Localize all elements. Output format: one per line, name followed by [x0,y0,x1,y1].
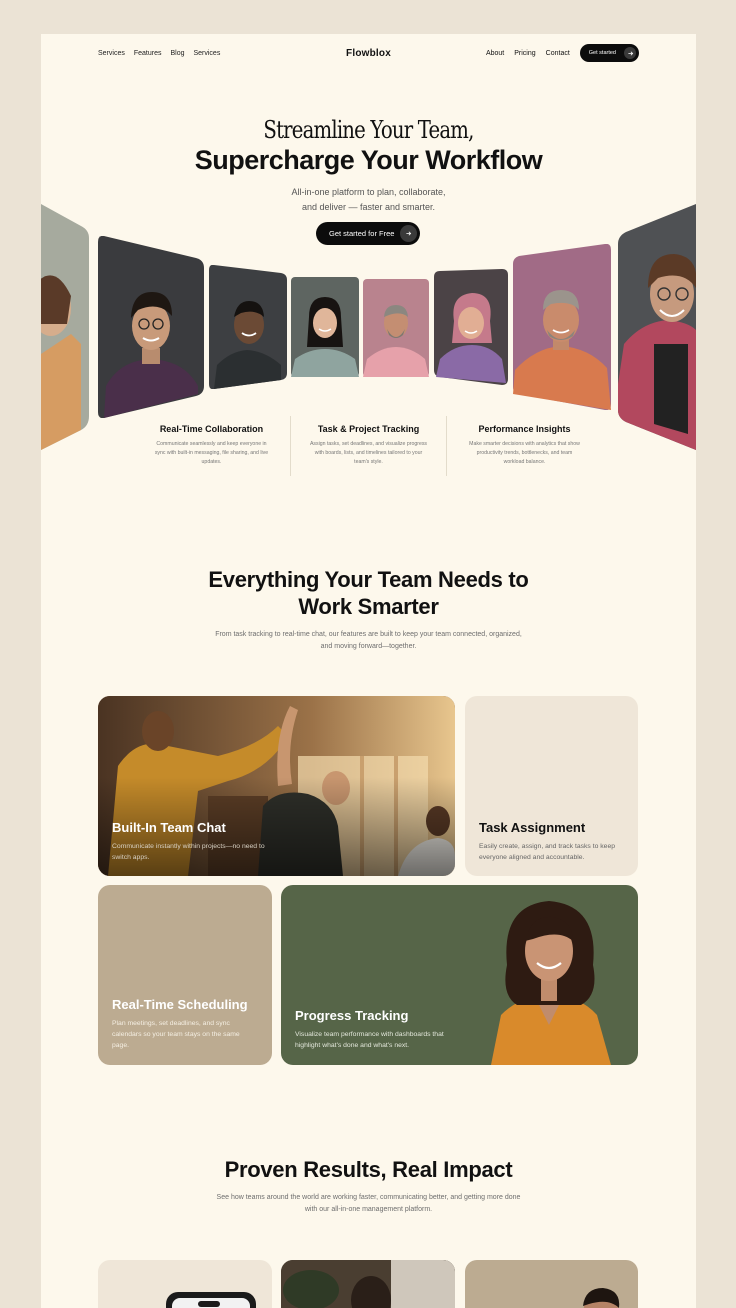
feature-title: Task & Project Tracking [317,424,420,434]
nav-right: About Pricing Contact Get started [486,44,639,62]
hero-cta-label: Get started for Free [329,229,395,238]
feature-desc: Communicate seamlessly and keep everyone… [154,441,269,465]
feature-title: Performance Insights [478,424,571,434]
get-started-label: Get started [588,50,616,56]
nav-link-features[interactable]: Features [134,50,162,57]
nav-link-pricing[interactable]: Pricing [514,50,535,57]
section-subtitle: From task tracking to real-time chat, ou… [215,631,522,650]
feature-desc: Make smarter decisions with analytics th… [469,441,580,465]
tile-real-time-scheduling[interactable]: Real-Time Scheduling Plan meetings, set … [98,885,272,1065]
feature-collaboration: Real-Time Collaboration Communicate seam… [134,424,289,466]
person-photo [583,1288,620,1308]
team-photo [281,1260,455,1308]
tile-title: Task Assignment [479,820,586,835]
portrait-card [41,204,89,450]
tile-desc: Plan meetings, set deadlines, and sync c… [112,1020,240,1049]
arrow-right-icon [400,225,417,242]
tile-task-assignment[interactable]: Task Assignment Easily create, assign, a… [465,696,638,876]
tile-team-chat[interactable]: Built-In Team Chat Communicate instantly… [98,696,455,876]
hero-title-line2: Supercharge Your Workflow [194,145,543,175]
phone-photo [166,1292,256,1308]
tile-title: Progress Tracking [295,1008,409,1023]
hero-subtitle: All-in-one platform to plan, collaborate… [241,185,496,214]
results-title: Proven Results, Real Impact [224,1157,513,1182]
section-title: Everything Your Team Needs to Work Smart… [208,567,529,619]
nav-link-services-2[interactable]: Services [193,50,220,57]
tile-progress-tracking[interactable]: Progress Tracking Visualize team perform… [281,885,638,1065]
results-card[interactable] [98,1260,272,1308]
hero-subtitle-line2: and deliver — faster and smarter. [301,201,436,212]
results-card[interactable] [465,1260,638,1308]
portrait-card [434,269,508,385]
nav-link-services[interactable]: Services [98,50,125,57]
logo[interactable]: Flowblox [346,48,391,59]
top-nav: Services Features Blog Services Flowblox… [98,43,639,63]
nav-left: Services Features Blog Services [98,50,220,57]
portrait-card [291,277,359,377]
portrait-card [98,236,204,418]
tile-title: Built-In Team Chat [112,820,226,835]
hero-subtitle-line1: All-in-one platform to plan, collaborate… [291,187,446,197]
tile-desc: Communicate instantly within projects—no… [112,843,265,861]
nav-link-blog[interactable]: Blog [170,50,184,57]
portrait-card [363,279,429,377]
feature-tracking: Task & Project Tracking Assign tasks, se… [291,424,446,466]
landing-page: Services Features Blog Services Flowblox… [41,34,696,1308]
results-subtitle: See how teams around the world are worki… [216,1194,521,1213]
portrait-card [618,204,696,450]
get-started-button[interactable]: Get started [579,44,639,62]
tile-desc: Visualize team performance with dashboar… [295,1031,444,1049]
arrow-right-icon [624,47,636,59]
tile-title: Real-Time Scheduling [112,997,248,1012]
woman-portrait-photo [491,901,611,1065]
nav-link-contact[interactable]: Contact [546,50,570,57]
feature-title: Real-Time Collaboration [159,424,264,434]
feature-desc: Assign tasks, set deadlines, and visuali… [309,441,428,465]
feature-insights: Performance Insights Make smarter decisi… [447,424,602,466]
nav-link-about[interactable]: About [486,50,504,57]
hero-title-line1: Streamline Your Team, [263,116,474,144]
tile-desc: Easily create, assign, and track tasks t… [479,843,616,861]
portrait-card [209,265,287,389]
results-card[interactable] [281,1260,455,1308]
hero-cta-button[interactable]: Get started for Free [316,222,420,245]
portrait-card [513,244,611,410]
